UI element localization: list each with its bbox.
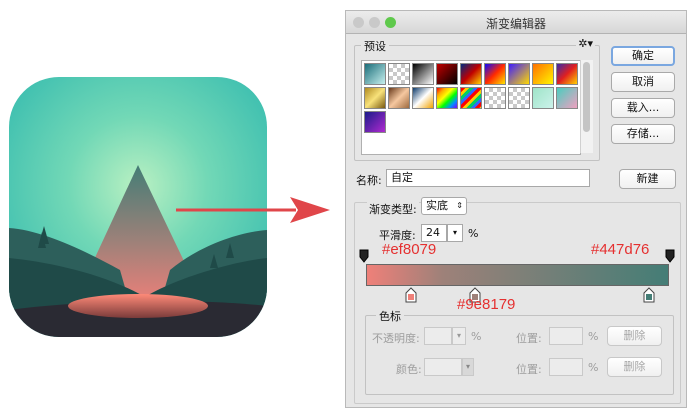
save-button[interactable]: 存储... bbox=[611, 124, 675, 144]
annotation-mid-color: #9e8179 bbox=[457, 296, 516, 313]
delete-opacity-stop-button[interactable]: 删除 bbox=[607, 326, 662, 346]
color-stop-right[interactable] bbox=[643, 287, 655, 303]
name-label: 名称: bbox=[356, 174, 382, 187]
new-button[interactable]: 新建 bbox=[619, 169, 676, 189]
smoothness-dropdown-icon[interactable]: ▾ bbox=[447, 224, 463, 242]
gear-icon[interactable]: ✲▾ bbox=[576, 37, 595, 50]
opacity-position-percent: % bbox=[588, 330, 599, 343]
preset-swatch[interactable] bbox=[532, 87, 554, 109]
preset-swatch[interactable] bbox=[460, 63, 482, 85]
preset-swatch[interactable] bbox=[532, 63, 554, 85]
window-title: 渐变编辑器 bbox=[485, 17, 546, 31]
preset-swatch[interactable] bbox=[484, 63, 506, 85]
color-label: 颜色: bbox=[396, 363, 422, 376]
opacity-stop-right[interactable] bbox=[665, 249, 675, 263]
name-field[interactable]: 自定 bbox=[386, 169, 590, 187]
select-arrow-icon: ⇕ bbox=[456, 201, 463, 210]
preset-swatch[interactable] bbox=[436, 87, 458, 109]
gradient-settings-group: 渐变类型: 实底 ⇕ 平滑度: 24 ▾ % 色标 不透明度: ▾ % 位置: … bbox=[354, 197, 681, 404]
presets-label: 预设 bbox=[361, 38, 389, 54]
gradient-type-select[interactable]: 实底 ⇕ bbox=[421, 197, 467, 215]
preset-swatch[interactable] bbox=[412, 87, 434, 109]
smoothness-input[interactable]: 24 bbox=[421, 224, 447, 242]
gradient-type-value: 实底 bbox=[426, 199, 448, 212]
color-dropdown-icon[interactable]: ▾ bbox=[462, 358, 474, 376]
preset-swatch[interactable] bbox=[412, 63, 434, 85]
smoothness-unit: % bbox=[468, 227, 479, 240]
color-position-label: 位置: bbox=[516, 363, 542, 376]
app-icon-illustration bbox=[9, 77, 330, 337]
preset-swatch[interactable] bbox=[508, 63, 530, 85]
opacity-position-input[interactable] bbox=[549, 327, 583, 345]
preset-grid bbox=[361, 60, 581, 155]
load-button[interactable]: 载入... bbox=[611, 98, 675, 118]
presets-group: 预设 ✲▾ bbox=[354, 37, 600, 161]
opacity-dropdown-icon[interactable]: ▾ bbox=[452, 327, 466, 345]
opacity-position-label: 位置: bbox=[516, 332, 542, 345]
preset-scrollbar[interactable] bbox=[580, 60, 593, 153]
delete-color-stop-button[interactable]: 删除 bbox=[607, 357, 662, 377]
gradient-editor-window: 渐变编辑器 预设 ✲▾ 确定 取消 载入... 存储... 名称: 自定 新建 … bbox=[345, 10, 687, 408]
title-bar: 渐变编辑器 bbox=[346, 11, 686, 34]
annotation-left-color: #ef8079 bbox=[382, 241, 437, 258]
color-stops-group: 色标 不透明度: ▾ % 位置: % 删除 颜色: ▾ 位置: % 删除 bbox=[365, 308, 674, 395]
preset-swatch[interactable] bbox=[556, 87, 578, 109]
preset-swatch[interactable] bbox=[364, 111, 386, 133]
preset-swatch[interactable] bbox=[508, 87, 530, 109]
ok-button[interactable]: 确定 bbox=[611, 46, 675, 66]
preset-swatch[interactable] bbox=[364, 87, 386, 109]
cancel-button[interactable]: 取消 bbox=[611, 72, 675, 92]
annotation-right-color: #447d76 bbox=[591, 241, 650, 258]
preset-swatch[interactable] bbox=[484, 87, 506, 109]
preset-swatch[interactable] bbox=[388, 63, 410, 85]
opacity-input[interactable] bbox=[424, 327, 452, 345]
color-stops-label: 色标 bbox=[376, 308, 404, 324]
preset-swatch[interactable] bbox=[388, 87, 410, 109]
preset-swatch[interactable] bbox=[460, 87, 482, 109]
gradient-bar[interactable] bbox=[366, 264, 669, 286]
opacity-label: 不透明度: bbox=[372, 332, 420, 345]
color-swatch[interactable] bbox=[424, 358, 462, 376]
color-stop-left[interactable] bbox=[405, 287, 417, 303]
opacity-percent: % bbox=[471, 330, 482, 343]
preset-swatch[interactable] bbox=[364, 63, 386, 85]
gradient-type-label: 渐变类型: bbox=[367, 201, 419, 217]
color-position-input[interactable] bbox=[549, 358, 583, 376]
color-position-percent: % bbox=[588, 361, 599, 374]
preset-swatch[interactable] bbox=[436, 63, 458, 85]
opacity-stop-left[interactable] bbox=[359, 249, 369, 263]
preset-swatch[interactable] bbox=[556, 63, 578, 85]
